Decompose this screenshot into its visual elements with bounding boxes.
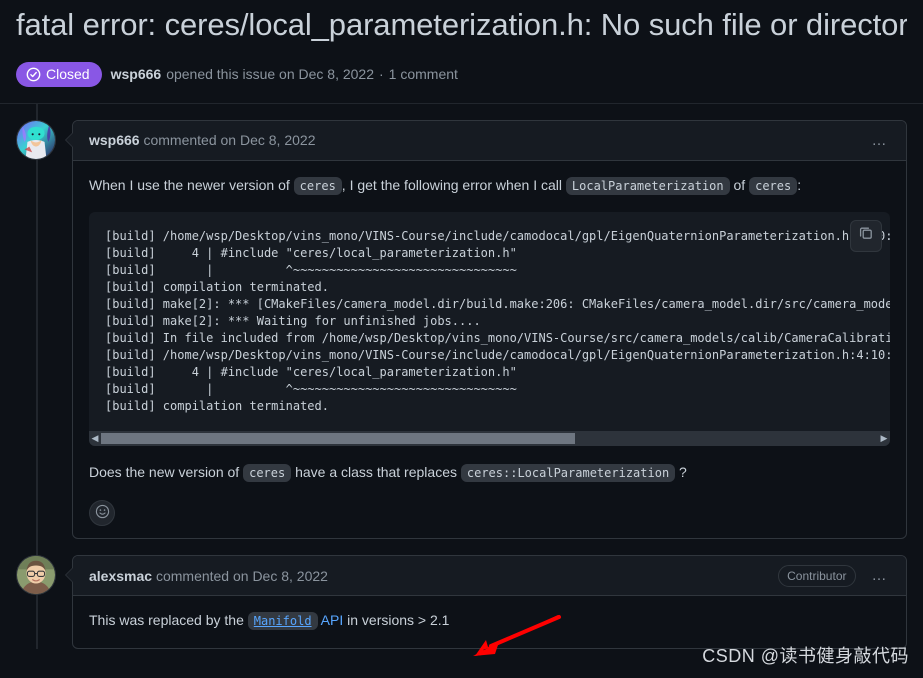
scrollbar-right-arrow-icon[interactable]: ▶ bbox=[878, 431, 890, 446]
page-title: fatal error: ceres/local_parameterizatio… bbox=[16, 7, 907, 42]
scrollbar-track[interactable] bbox=[101, 431, 878, 446]
comment-body: This was replaced by the Manifold API in… bbox=[73, 596, 906, 632]
kebab-horizontal-icon[interactable]: … bbox=[864, 133, 897, 148]
csdn-watermark: CSDN @读书健身敲代码 bbox=[702, 646, 909, 666]
avatar-alexsmac[interactable] bbox=[16, 555, 56, 596]
smiley-face-icon bbox=[95, 504, 110, 522]
comment-box: alexsmac commented on Dec 8, 2022 Contri… bbox=[65, 555, 907, 649]
status-badge: Closed bbox=[16, 61, 102, 87]
code-scroll-area[interactable]: [build] /home/wsp/Desktop/vins_mono/VINS… bbox=[89, 212, 890, 431]
code-block-text: [build] /home/wsp/Desktop/vins_mono/VINS… bbox=[105, 229, 890, 414]
inline-code: LocalParameterization bbox=[565, 176, 730, 195]
add-reaction-button[interactable] bbox=[89, 500, 115, 527]
comment-box: wsp666 commented on Dec 8, 2022 … When I… bbox=[65, 119, 907, 540]
issue-timeline: wsp666 commented on Dec 8, 2022 … When I… bbox=[0, 103, 923, 649]
scrollbar-left-arrow-icon[interactable]: ◀ bbox=[89, 431, 101, 446]
paragraph-text-part: in versions > 2.1 bbox=[343, 612, 450, 629]
issue-header: fatal error: ceres/local_parameterizatio… bbox=[0, 0, 923, 103]
comment-timestamp: commented on Dec 8, 2022 bbox=[143, 132, 316, 149]
inline-code: ceres::LocalParameterization bbox=[460, 464, 676, 483]
issue-meta-opened: opened this issue on Dec 8, 2022 bbox=[166, 66, 374, 83]
issue-meta-row: Closed wsp666 opened this issue on Dec 8… bbox=[16, 61, 907, 103]
paragraph-text-part: : bbox=[797, 176, 802, 193]
paragraph-text-part: Does the new version of bbox=[89, 464, 244, 481]
inline-code: Manifold bbox=[247, 612, 318, 631]
paragraph-text-part: , I get the following error when I call bbox=[341, 176, 566, 193]
comment-header: alexsmac commented on Dec 8, 2022 Contri… bbox=[73, 556, 906, 597]
comment-thread-item: alexsmac commented on Dec 8, 2022 Contri… bbox=[16, 555, 907, 649]
comment-author-link[interactable]: alexsmac bbox=[89, 568, 152, 584]
issue-author-link[interactable]: wsp666 bbox=[111, 66, 162, 82]
paragraph-text-part: When I use the newer version of bbox=[89, 176, 294, 193]
inline-code: ceres bbox=[243, 464, 292, 483]
author-association-badge: Contributor bbox=[778, 564, 856, 587]
comment-paragraph: Does the new version of ceres have a cla… bbox=[89, 462, 890, 484]
issue-meta-comment-count: 1 comment bbox=[388, 66, 458, 83]
paragraph-text-part: of bbox=[729, 176, 750, 193]
comment-thread-item: wsp666 commented on Dec 8, 2022 … When I… bbox=[16, 119, 907, 540]
paragraph-text-part: ? bbox=[675, 464, 687, 481]
code-block-container: [build] /home/wsp/Desktop/vins_mono/VINS… bbox=[89, 212, 890, 447]
manifold-api-link[interactable]: Manifold API bbox=[247, 612, 344, 631]
paragraph-text-part: This was replaced by the bbox=[89, 612, 248, 629]
horizontal-scrollbar[interactable]: ◀ ▶ bbox=[89, 431, 890, 447]
comment-author-line: alexsmac commented on Dec 8, 2022 bbox=[89, 568, 328, 584]
reactions-bar bbox=[73, 500, 906, 538]
issue-meta-author: wsp666 bbox=[111, 66, 162, 82]
comment-header: wsp666 commented on Dec 8, 2022 … bbox=[73, 120, 906, 161]
comment-author-line: wsp666 commented on Dec 8, 2022 bbox=[89, 132, 315, 148]
link-label: API bbox=[317, 612, 344, 629]
comment-paragraph: This was replaced by the Manifold API in… bbox=[89, 610, 890, 632]
kebab-horizontal-icon[interactable]: … bbox=[864, 568, 897, 583]
paragraph-text-part: have a class that replaces bbox=[291, 464, 461, 481]
issue-closed-check-icon bbox=[26, 67, 41, 82]
avatar-wsp666[interactable] bbox=[16, 119, 56, 160]
comment-timestamp: commented on Dec 8, 2022 bbox=[155, 567, 328, 584]
scrollbar-thumb[interactable] bbox=[101, 433, 575, 445]
inline-code: ceres bbox=[749, 176, 798, 195]
copy-code-button[interactable] bbox=[850, 220, 882, 253]
copy-icon bbox=[858, 225, 874, 248]
status-badge-label: Closed bbox=[46, 66, 90, 83]
comment-paragraph: When I use the newer version of ceres, I… bbox=[89, 175, 890, 197]
inline-code: ceres bbox=[293, 176, 342, 195]
comment-body: When I use the newer version of ceres, I… bbox=[73, 161, 906, 484]
issue-meta-separator: · bbox=[379, 66, 384, 83]
comment-author-link[interactable]: wsp666 bbox=[89, 132, 140, 148]
